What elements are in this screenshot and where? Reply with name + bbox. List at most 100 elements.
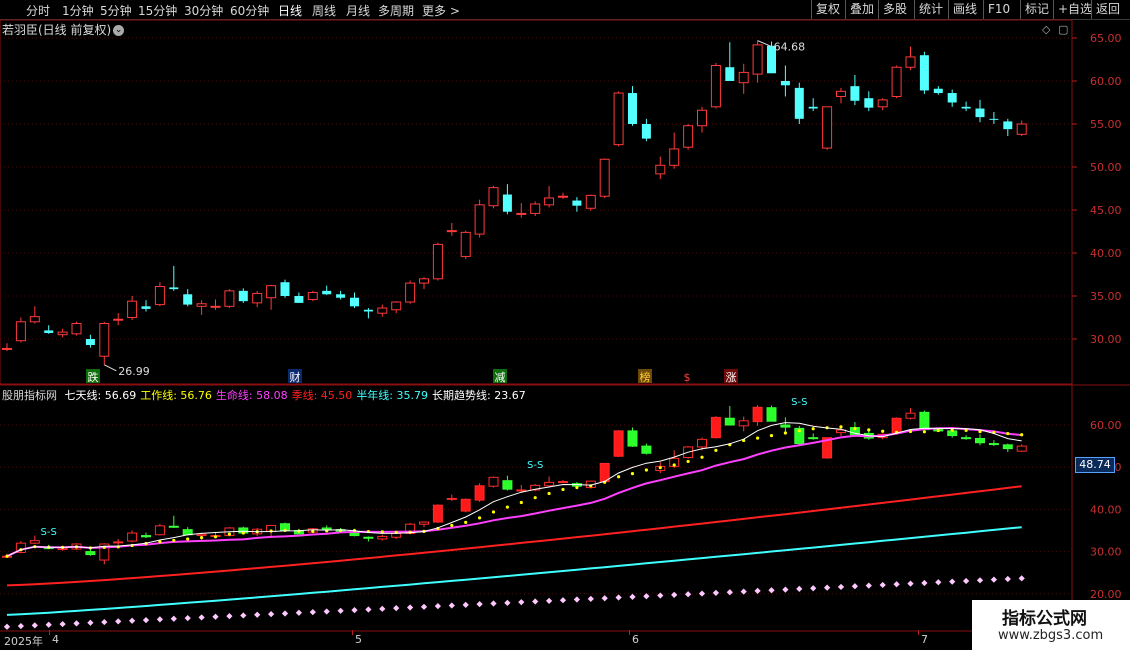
candle-body-up (891, 66, 902, 97)
work-line-dot (895, 430, 899, 434)
ind-candle-body (460, 498, 471, 512)
ind-candle-body (641, 445, 652, 454)
indicator-legend-item-0: 七天线: 56.69 (64, 389, 137, 402)
event-label: 榜 (640, 370, 651, 384)
candle-body-up (432, 243, 443, 280)
trend-dot (615, 594, 622, 601)
ind-candle-body (891, 417, 902, 434)
work-line-dot (200, 536, 204, 540)
work-line-dot (339, 528, 343, 533)
work-line-dot (491, 510, 496, 514)
work-line-dot (950, 428, 954, 432)
ind-candle-body (627, 430, 638, 447)
work-line-dot (436, 526, 440, 531)
trend-dot (1018, 575, 1025, 582)
period-tab-1[interactable]: 1分钟 (62, 2, 94, 19)
trend-dot (434, 603, 442, 610)
period-tab-7[interactable]: 周线 (312, 2, 336, 19)
main-y-tick-label: 40.00 (1090, 247, 1122, 260)
ind-candle-body (961, 437, 972, 440)
ind-candle-body (655, 465, 666, 472)
work-line-dot (283, 528, 287, 532)
toolbar-button-5[interactable]: F10 (983, 0, 1014, 19)
toolbar-button-3[interactable]: 统计 (914, 0, 947, 19)
trend-dot (365, 606, 372, 613)
candle-body-up (154, 286, 165, 306)
period-tab-4[interactable]: 30分钟 (184, 2, 223, 19)
work-line-dot (936, 428, 940, 433)
period-tab-0[interactable]: 分时 (26, 2, 50, 19)
ind-candle-body (710, 416, 721, 439)
period-tab-10[interactable]: 更多 > (422, 2, 460, 19)
work-line-dot (839, 425, 843, 429)
candle-body-down (363, 309, 373, 312)
candle-body-down (628, 93, 637, 124)
ind-candle-body (432, 504, 443, 523)
period-tab-8[interactable]: 月线 (346, 2, 370, 19)
candle-body-down (85, 339, 95, 346)
candle-body-down (975, 108, 985, 118)
period-tab-5[interactable]: 60分钟 (230, 2, 269, 19)
work-line-dot (61, 545, 65, 549)
stock-chart[interactable]: 65.00 60.00 55.00 50.00 45.00 40.00 35.00 30.00… (0, 0, 1130, 650)
work-line-dot (658, 466, 662, 470)
work-line-dot (811, 427, 815, 431)
main-labels: 64.68 26.99 跌 财 减 榜 $ 涨 ◇ ▢ (86, 23, 1068, 384)
ind-candle-body (863, 432, 874, 439)
candle-body-up (391, 301, 402, 311)
ind-y-tick-label: 30.00 (1090, 546, 1122, 559)
trend-dot (31, 622, 38, 629)
toolbar-button-0[interactable]: 复权 (811, 0, 844, 19)
work-line-dot (5, 554, 9, 558)
trend-dot (532, 598, 539, 605)
trend-dot (212, 613, 219, 620)
ind-y-tick-label: 40.00 (1090, 503, 1122, 516)
toolbar-button-8[interactable]: 返回 (1091, 0, 1124, 19)
ind-candle-body (905, 412, 916, 419)
trend-dot (657, 592, 664, 599)
work-line-dot (867, 428, 871, 432)
candle-body-down (1003, 121, 1013, 130)
trend-dot (740, 588, 747, 595)
work-line-dot (352, 528, 357, 533)
toolbar-button-2[interactable]: 多股 (878, 0, 911, 19)
period-tab-9[interactable]: 多周期 (378, 2, 414, 19)
ind-candle-body (252, 528, 263, 535)
toolbar-button-7[interactable]: +自选 (1053, 0, 1096, 19)
event-badge (724, 369, 738, 383)
candle-body-up (57, 331, 68, 336)
date-tick (629, 630, 630, 635)
work-line-dot (992, 430, 996, 435)
dropdown-icon[interactable]: ⌄ (113, 25, 125, 36)
life-line (6, 426, 1022, 558)
work-line-dot (325, 529, 329, 533)
work-line-dot (728, 443, 732, 447)
candle-body-up (752, 44, 763, 75)
candle-body-up (530, 203, 541, 214)
period-tab-2[interactable]: 5分钟 (100, 2, 132, 19)
toolbar-button-1[interactable]: 叠加 (845, 0, 878, 19)
ind-candle-body (419, 521, 429, 525)
work-line-dot (366, 529, 370, 534)
candle-body-up (252, 292, 263, 304)
candle-body-up (15, 321, 26, 342)
ind-candle-body (85, 551, 96, 556)
period-tab-6[interactable]: 日线 (278, 2, 302, 19)
toolbar-button-6[interactable]: 标记 (1020, 0, 1053, 19)
event-badge (493, 369, 507, 383)
event-label: 涨 (726, 371, 737, 384)
trend-dot (712, 589, 720, 597)
main-y-tick-label: 35.00 (1090, 290, 1122, 303)
trend-dot (837, 583, 845, 591)
trend-dot (949, 578, 956, 585)
period-tab-3[interactable]: 15分钟 (138, 2, 177, 19)
ind-candle-body (766, 407, 777, 422)
candle-body-up (307, 292, 318, 300)
work-line-dot (644, 468, 649, 472)
ind-candle-body (238, 527, 249, 534)
indicator-name: 股朋指标网 (2, 389, 57, 402)
toolbar-button-4[interactable]: 画线 (948, 0, 981, 19)
work-line-dot (33, 545, 37, 549)
trend-dot (865, 582, 872, 589)
current-value-badge: 48.74 (1075, 457, 1115, 473)
